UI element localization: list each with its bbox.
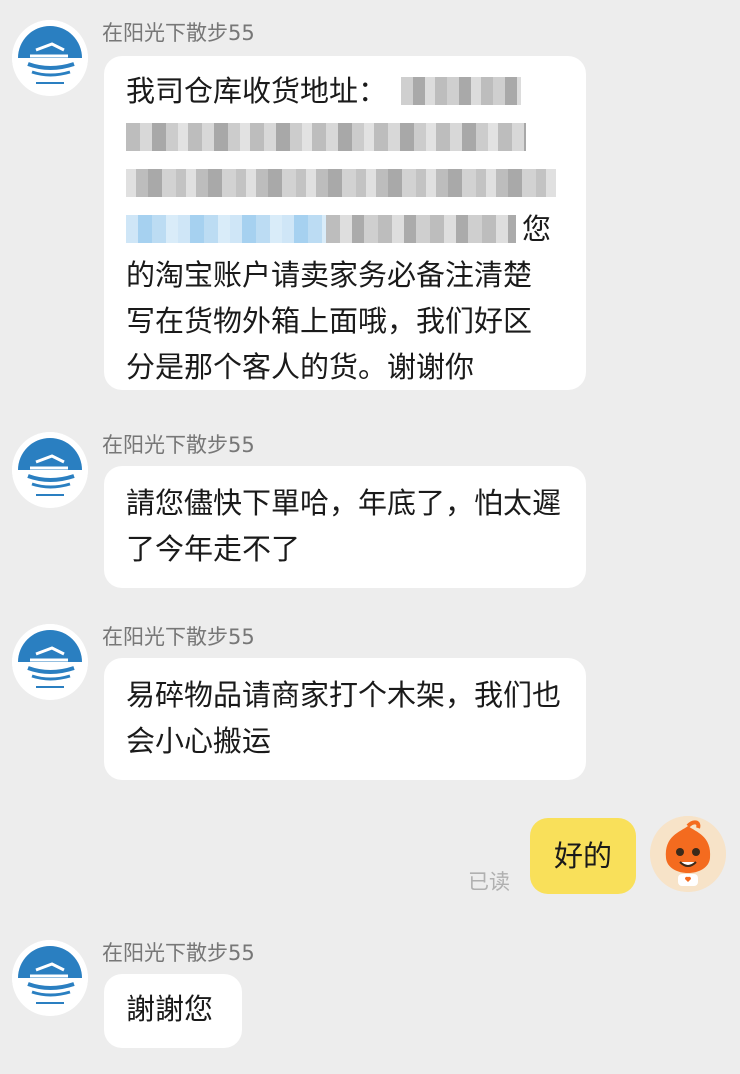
message-text: 易碎物品请商家打个木架，我们也会小心搬运	[126, 678, 562, 758]
redacted-mosaic	[401, 77, 522, 105]
message-text-line: 分是那个客人的货。谢谢你	[126, 350, 475, 384]
address-line: 我司仓库收货地址：	[126, 68, 566, 114]
sender-name: 在阳光下散步55	[102, 21, 255, 45]
redacted-line: 您	[126, 206, 566, 252]
ship-logo-icon[interactable]	[12, 624, 88, 700]
redacted-mosaic	[126, 123, 526, 151]
ship-logo-svg	[12, 432, 88, 508]
redacted-line	[126, 160, 566, 206]
address-label: 我司仓库收货地址：	[126, 74, 388, 108]
message-bubble[interactable]: 易碎物品请商家打个木架，我们也会小心搬运	[104, 658, 586, 780]
sender-name: 在阳光下散步55	[102, 625, 255, 649]
ship-logo-svg	[12, 20, 88, 96]
message-bubble[interactable]: 謝謝您	[104, 974, 242, 1048]
redacted-link-mosaic	[126, 215, 326, 243]
ship-logo-icon[interactable]	[12, 940, 88, 1016]
sender-name: 在阳光下散步55	[102, 433, 255, 457]
redacted-mosaic	[326, 215, 516, 243]
message-bubble[interactable]: 請您儘快下單哈，年底了，怕太遲了今年走不了	[104, 466, 586, 588]
mascot-svg	[650, 816, 726, 892]
message-text: 請您儘快下單哈，年底了，怕太遲了今年走不了	[126, 486, 562, 566]
ship-logo-icon[interactable]	[12, 20, 88, 96]
message-text-line: 写在货物外箱上面哦，我们好区	[126, 304, 533, 338]
message-text: 謝謝您	[126, 992, 214, 1026]
message-bubble[interactable]: 我司仓库收货地址： 您 的淘宝账户请卖家务必备注清楚 写在货物外箱上面哦，我们好…	[104, 56, 586, 390]
mascot-icon[interactable]	[650, 816, 726, 892]
chat-thread: 在阳光下散步55 我司仓库收货地址： 您 的淘宝账户请卖家务必备注清楚 写在货物…	[0, 0, 740, 1074]
ship-logo-icon[interactable]	[12, 432, 88, 508]
message-text-line: 的淘宝账户请卖家务必备注清楚	[126, 258, 533, 292]
sender-name: 在阳光下散步55	[102, 941, 255, 965]
read-receipt: 已读	[468, 870, 510, 894]
ship-logo-svg	[12, 624, 88, 700]
message-text: 好的	[553, 839, 612, 873]
ship-logo-svg	[12, 940, 88, 1016]
outgoing-message-bubble[interactable]: 好的	[530, 818, 636, 894]
redacted-mosaic	[126, 169, 556, 197]
redacted-line	[126, 114, 566, 160]
message-text-tail: 您	[522, 212, 552, 246]
